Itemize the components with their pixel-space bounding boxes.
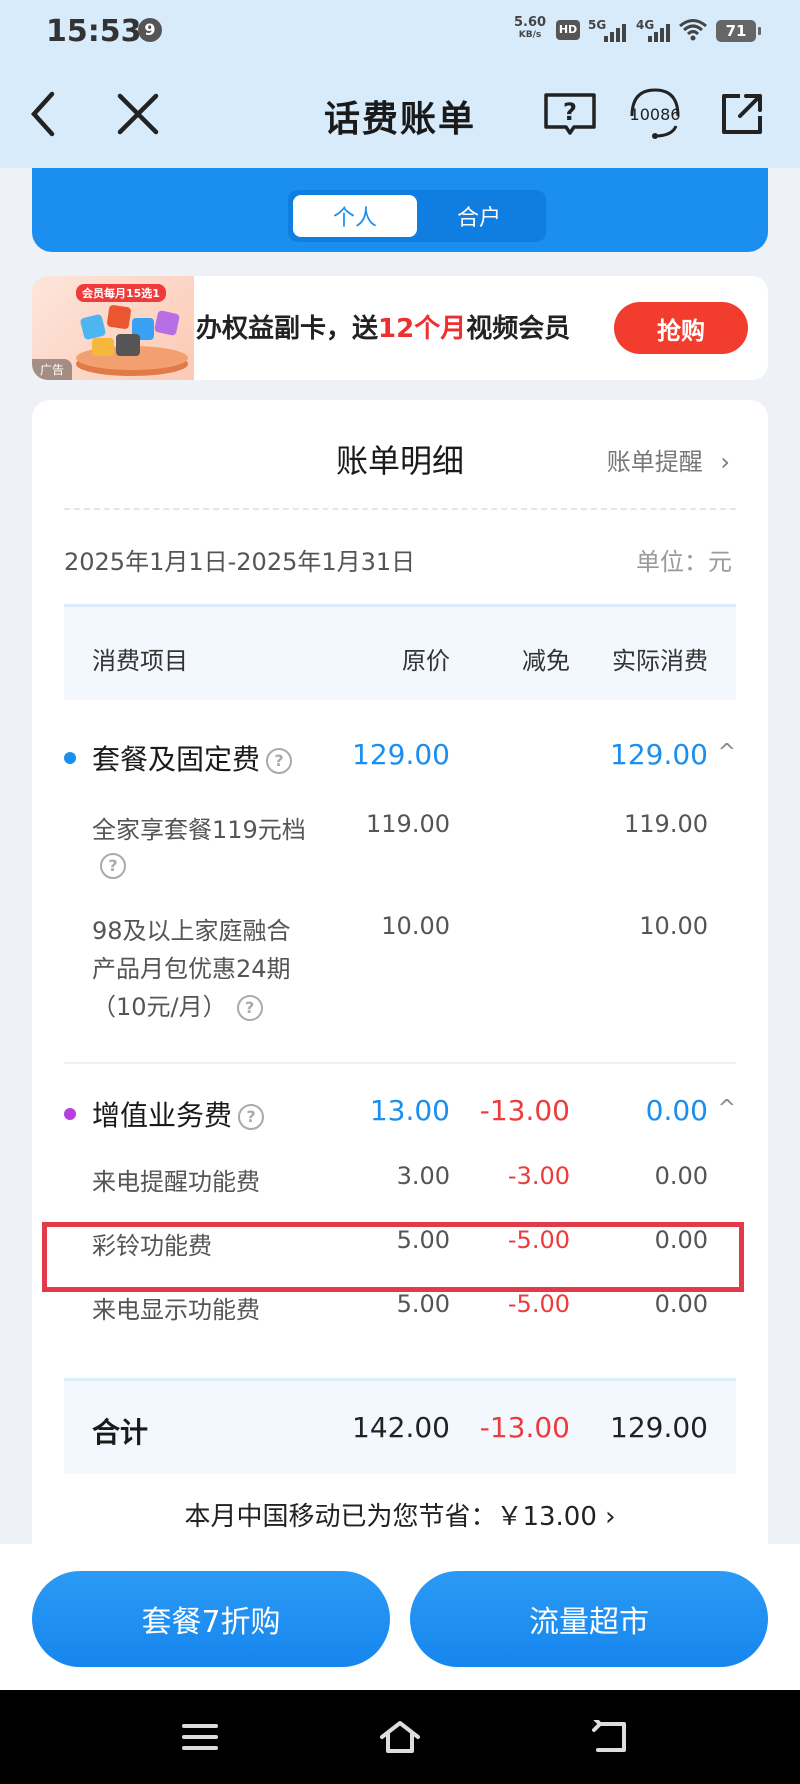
home-icon — [380, 1721, 420, 1753]
item-orig: 10.00 — [381, 912, 450, 940]
help-icon: ? — [100, 853, 126, 879]
chevron-up-icon[interactable]: ^ — [718, 740, 736, 765]
svg-text:?: ? — [563, 98, 577, 126]
col-item: 消费项目 — [92, 647, 188, 675]
headset-icon: 10086 — [630, 88, 681, 139]
total-disc: -13.00 — [479, 1411, 570, 1444]
currency-unit: 单位：元 — [636, 548, 732, 576]
svg-text:10086: 10086 — [630, 105, 681, 124]
help-icon: ? — [236, 995, 263, 1021]
group-orig: 13.00 — [369, 1094, 450, 1127]
signal-icon-2 — [648, 22, 670, 42]
item-name: 来电提醒功能费 — [92, 1168, 260, 1196]
billing-period: 2025年1月1日-2025年1月31日 — [64, 548, 416, 576]
ad-buy-button[interactable]: 抢购 — [614, 302, 748, 354]
group-name: 增值业务费 — [92, 1099, 233, 1132]
account-type-switch: 个人 合户 — [288, 190, 546, 242]
data-market-button[interactable]: 流量超市 — [410, 1571, 768, 1667]
bottom-action-bar: 套餐7折购 流量超市 — [0, 1544, 800, 1690]
total-actual: 129.00 — [610, 1411, 708, 1444]
status-bar: 15:53 9 5.60 KB/s HD 5G 4G 71 — [0, 0, 800, 64]
back-nav-button[interactable] — [580, 1712, 640, 1762]
dashed-divider — [64, 508, 736, 510]
signal-icon — [604, 22, 626, 42]
group-dot — [64, 752, 76, 764]
battery-icon: 71 — [716, 20, 761, 42]
help-button[interactable]: ? — [540, 84, 600, 144]
hd-icon: HD — [556, 20, 580, 40]
group-divider — [64, 1062, 736, 1064]
status-time: 15:53 — [46, 14, 142, 49]
item-name-line: （10元/月） — [92, 993, 227, 1021]
item-actual: 0.00 — [654, 1162, 708, 1190]
total-label: 合计 — [92, 1416, 149, 1449]
item-name-line: 产品月包优惠24期 — [92, 955, 291, 983]
chevron-up-icon[interactable]: ^ — [718, 1096, 736, 1121]
network-speed: 5.60 KB/s — [514, 15, 547, 40]
savings-link[interactable]: 本月中国移动已为您节省：￥13.00 › — [32, 1496, 768, 1533]
group-actual: 129.00 — [610, 738, 708, 771]
total-row: 合计 142.00 -13.00 129.00 — [64, 1378, 736, 1474]
bill-reminder-link[interactable]: 账单提醒 › — [607, 442, 730, 477]
ad-text: 办权益副卡，送12个月视频会员 — [196, 314, 571, 344]
menu-icon — [182, 1724, 218, 1750]
table-header: 消费项目 原价 减免 实际消费 — [64, 604, 736, 700]
account-switch-bar: 个人 合户 — [32, 168, 768, 252]
notification-badge: 9 — [138, 18, 162, 42]
highlight-box — [42, 1222, 744, 1292]
system-nav-bar — [0, 1690, 800, 1784]
ad-banner[interactable]: 会员每月15选1 广告 办权益副卡，送12个月视频会员 抢购 — [32, 276, 768, 380]
external-link-icon — [722, 94, 762, 134]
col-discount: 减免 — [522, 647, 570, 675]
col-original: 原价 — [402, 647, 450, 675]
ad-image: 会员每月15选1 广告 — [32, 276, 194, 380]
package-discount-button[interactable]: 套餐7折购 — [32, 1571, 390, 1667]
group-name: 套餐及固定费 — [92, 743, 261, 776]
menu-button[interactable] — [170, 1712, 230, 1762]
help-icon: ? — [266, 748, 293, 774]
item-name: 全家享套餐119元档 — [92, 816, 306, 844]
group-dot — [64, 1108, 76, 1120]
item-disc: -5.00 — [507, 1290, 570, 1318]
help-icon: ? — [238, 1104, 265, 1130]
item-name-line: 98及以上家庭融合 — [92, 917, 291, 945]
share-button[interactable] — [712, 84, 772, 144]
item-actual: 119.00 — [624, 810, 708, 838]
item-orig: 119.00 — [366, 810, 450, 838]
tab-joint-account[interactable]: 合户 — [417, 195, 541, 237]
group-actual: 0.00 — [645, 1094, 708, 1127]
home-button[interactable] — [370, 1712, 430, 1762]
header: 话费账单 ? 10086 — [0, 64, 800, 168]
return-icon — [592, 1720, 626, 1752]
question-book-icon: ? — [544, 93, 596, 135]
item-orig: 5.00 — [396, 1290, 450, 1318]
total-orig: 142.00 — [352, 1411, 450, 1444]
col-actual: 实际消费 — [612, 647, 708, 675]
item-actual: 10.00 — [639, 912, 708, 940]
customer-service-button[interactable]: 10086 — [622, 84, 688, 144]
wifi-icon — [678, 18, 708, 46]
tab-personal[interactable]: 个人 — [293, 195, 417, 237]
item-actual: 0.00 — [654, 1290, 708, 1318]
ad-tag: 广告 — [32, 359, 73, 380]
item-orig: 3.00 — [396, 1162, 450, 1190]
chevron-right-icon: › — [720, 448, 730, 476]
group-disc: -13.00 — [479, 1094, 570, 1127]
item-name: 来电显示功能费 — [92, 1296, 260, 1324]
group-orig: 129.00 — [352, 738, 450, 771]
bill-detail-card: 账单明细 账单提醒 › 2025年1月1日-2025年1月31日 单位：元 消费… — [32, 400, 768, 1560]
item-disc: -3.00 — [507, 1162, 570, 1190]
